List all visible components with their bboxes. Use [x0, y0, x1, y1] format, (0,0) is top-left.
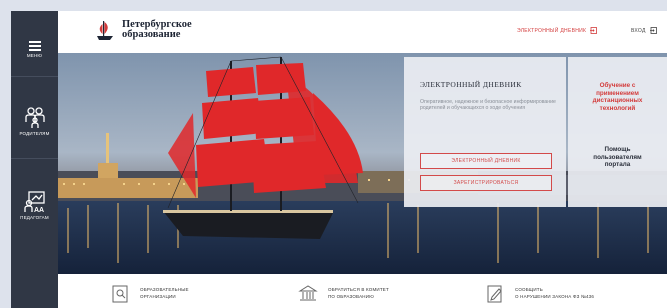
electronic-diary-link[interactable]: ЭЛЕКТРОННЫЙ ДНЕВНИК	[517, 27, 598, 34]
sidebar-item-label: РОДИТЕЛЯМ	[19, 131, 50, 136]
sidebar-item-label: ПЕДАГОГАМ	[20, 215, 49, 220]
user-help-link[interactable]: Помощь пользователям портала	[568, 146, 667, 169]
sidebar-item-label: МЕНЮ	[26, 53, 43, 58]
electronic-diary-link-label: ЭЛЕКТРОННЫЙ ДНЕВНИК	[517, 27, 587, 34]
logo-title-line2: образование	[122, 29, 181, 40]
panel-description: Оперативное, надежное и безопасное инфор…	[420, 99, 556, 112]
report-icon	[487, 285, 502, 303]
report-violation-link[interactable]: СООБЩИТЬ О НАРУШЕНИИ ЗАКОНА ФЗ №436	[485, 285, 594, 303]
bottom-links-bar: ОБРАЗОВАТЕЛЬНЫЕ ОРГАНИЗАЦИИ ОБРАТИТЬСЯ В…	[58, 274, 667, 308]
page-frame: МЕНЮ РОДИТЕЛЯМ AA ПЕДАГОГАМ Петербургско…	[0, 0, 667, 308]
header: Петербургское образование ЭЛЕКТРОННЫЙ ДН…	[58, 11, 667, 53]
register-button[interactable]: ЗАРЕГИСТРИРОВАТЬСЯ	[420, 175, 552, 191]
ship-logo-icon	[97, 21, 113, 40]
search-document-icon	[112, 285, 128, 303]
parents-icon	[24, 107, 45, 128]
electronic-diary-button[interactable]: ЭЛЕКТРОННЫЙ ДНЕВНИК	[420, 153, 552, 169]
sidebar: МЕНЮ РОДИТЕЛЯМ AA ПЕДАГОГАМ	[11, 11, 58, 308]
sidebar-item-teachers[interactable]: AA ПЕДАГОГАМ	[11, 191, 58, 220]
login-link-label: ВХОД	[631, 27, 646, 34]
building-icon	[298, 285, 318, 301]
distance-learning-link[interactable]: Обучение с применением дистанционных тех…	[568, 82, 667, 112]
sidebar-divider	[11, 158, 58, 159]
panel-title: ЭЛЕКТРОННЫЙ ДНЕВНИК	[420, 80, 522, 89]
teachers-icon: AA	[23, 191, 45, 213]
login-icon	[649, 27, 657, 34]
svg-text:AA: AA	[34, 207, 44, 213]
educational-organizations-link[interactable]: ОБРАЗОВАТЕЛЬНЫЕ ОРГАНИЗАЦИИ	[110, 285, 189, 303]
electronic-diary-panel: ЭЛЕКТРОННЫЙ ДНЕВНИК Оперативное, надежно…	[404, 57, 566, 207]
quick-links-panel: Обучение с применением дистанционных тех…	[568, 57, 667, 207]
enter-icon	[590, 27, 598, 34]
sidebar-divider	[11, 76, 58, 77]
sidebar-item-menu[interactable]: МЕНЮ	[11, 41, 58, 58]
contact-committee-link[interactable]: ОБРАТИТЬСЯ В КОМИТЕТ ПО ОБРАЗОВАНИЮ	[298, 285, 389, 303]
site-logo[interactable]: Петербургское образование	[94, 19, 192, 41]
login-link[interactable]: ВХОД	[631, 27, 657, 34]
hamburger-icon	[28, 41, 41, 51]
sidebar-item-parents[interactable]: РОДИТЕЛЯМ	[11, 107, 58, 136]
